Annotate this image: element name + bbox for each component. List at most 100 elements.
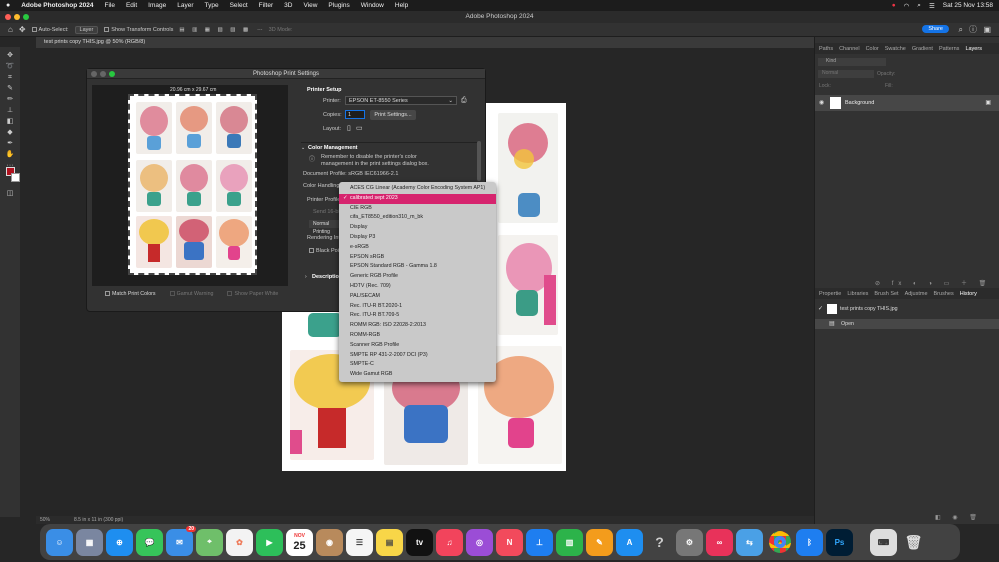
finder-icon[interactable]: ☺ [46,528,73,556]
control-center-icon[interactable]: ☰ [929,2,935,10]
layer-row-background[interactable]: ◉ Background ▣ [815,95,999,111]
photos-icon[interactable]: ✿ [226,528,253,556]
app-store-icon[interactable]: A [616,528,643,556]
profile-option[interactable]: e-sRGB [339,243,496,253]
launchpad-icon[interactable]: ▦ [76,528,103,556]
tab-swatches[interactable]: Swatche [885,46,906,52]
profile-option[interactable]: ✓ calibrated sept 2023 [339,193,496,204]
close-button[interactable] [5,14,11,20]
messages-icon[interactable]: 💬 [136,528,163,556]
document-tab[interactable]: test prints copy THIS.jpg @ 50% (RGB/8) [36,37,814,48]
help-icon[interactable]: ? [646,529,673,556]
expand-chevron-icon[interactable]: › [305,274,307,280]
dialog-zoom-button[interactable] [109,71,115,77]
profile-option[interactable]: Generic RGB Profile [339,272,496,282]
music-icon[interactable]: ♫ [436,528,463,556]
menu-type[interactable]: Type [205,2,219,9]
dialog-close-button[interactable] [91,71,97,77]
brush-tool-icon[interactable]: ✏ [3,95,17,104]
safari-icon[interactable]: ⊕ [106,528,133,556]
menu-3d[interactable]: 3D [284,2,292,9]
apple-tv-icon[interactable]: tv [406,528,433,556]
menu-view[interactable]: View [303,2,317,9]
layer-actions[interactable]: ⊘ fx ◐ ◑ ▭ ＋ 🗑 [875,278,991,287]
tab-layers[interactable]: Layers [965,46,982,52]
history-snapshot[interactable]: ✓ test prints copy THIS.jpg [815,303,999,315]
gamut-warning-checkbox[interactable]: Gamut Warning [169,291,213,297]
menu-window[interactable]: Window [361,2,384,9]
menu-image[interactable]: Image [148,2,166,9]
document-info[interactable]: 8.5 in x 11 in (300 ppi) [74,517,123,523]
copies-input[interactable]: 1 [345,110,365,119]
clock[interactable]: Sat 25 Nov 13:58 [943,2,993,9]
trash-icon[interactable]: 🗑 [900,529,927,556]
menu-filter[interactable]: Filter [259,2,273,9]
creative-cloud-icon[interactable]: ● [892,2,896,9]
history-state-open[interactable]: ▤ Open [815,319,999,329]
tab-channels[interactable]: Channel [839,46,860,52]
profile-option[interactable]: HDTV (Rec. 709) [339,282,496,292]
keynote-icon[interactable]: ⊥ [526,528,553,556]
menu-layer[interactable]: Layer [177,2,193,9]
auto-select-checkbox[interactable]: Auto-Select: [31,27,69,33]
zoom-button[interactable] [23,14,29,20]
maps-icon[interactable]: ⌖ [196,528,223,556]
profile-option[interactable]: ROMM RGB: ISO 22028-2:2013 [339,321,496,331]
profile-option[interactable]: CIE RGB [339,204,496,214]
menu-file[interactable]: File [104,2,114,9]
facetime-icon[interactable]: ▶ [256,528,283,556]
profile-option[interactable]: EPSON sRGB [339,253,496,263]
send16-label[interactable]: Send 16-bit [313,209,341,215]
profile-option[interactable]: SMPTE-C [339,360,496,370]
podcasts-icon[interactable]: ◎ [466,528,493,556]
tab-gradients[interactable]: Gradient [912,46,933,52]
profile-option[interactable]: SMPTE RP 431-2-2007 DCI (P3) [339,351,496,361]
home-icon[interactable]: ⌂ [8,25,13,34]
chrome-icon[interactable] [766,529,793,556]
profile-option[interactable]: Display P3 [339,233,496,243]
eyedropper-tool-icon[interactable]: ✎ [3,84,17,93]
landscape-layout-icon[interactable]: ▭ [356,124,363,132]
profile-option[interactable]: ROMM-RGB [339,331,496,341]
tab-brushes[interactable]: Brushes [934,291,954,297]
search-panel-icon[interactable]: ⌕ [959,25,963,35]
pages-icon[interactable]: ✎ [586,528,613,556]
profile-option[interactable]: Wide Gamut RGB [339,370,496,380]
crop-tool-icon[interactable]: ⌗ [3,73,17,82]
kind-filter[interactable]: Kind [818,58,886,66]
tab-properties[interactable]: Propertie [819,291,841,297]
tab-color[interactable]: Color [866,46,879,52]
visibility-eye-icon[interactable]: ◉ [819,99,824,106]
dialog-minimize-button[interactable] [100,71,106,77]
migration-icon[interactable]: ⇆ [736,528,763,556]
photoshop-icon[interactable]: Ps [826,528,853,556]
workspace-icon[interactable]: ▣ [983,25,991,34]
move-tool-icon[interactable]: ✥ [19,25,26,34]
wifi-icon[interactable]: ◠ [904,2,910,10]
blend-mode-select[interactable]: Normal [818,70,874,78]
contacts-icon[interactable]: ◉ [316,528,343,556]
printer-select[interactable]: EPSON ET-8550 Series ⌄ [345,96,457,105]
profile-option[interactable]: Display [339,223,496,233]
tab-adjustments[interactable]: Adjustme [905,291,928,297]
share-button[interactable]: Share [922,25,949,33]
zoom-level[interactable]: 50% [40,517,50,523]
mail-icon[interactable]: ✉ 20 [166,525,196,556]
profile-option[interactable]: EPSON Standard RGB - Gamma 1.8 [339,262,496,272]
lasso-tool-icon[interactable]: ➰ [3,62,17,71]
profile-option[interactable]: Scanner RGB Profile [339,341,496,351]
profile-option[interactable]: Rec. ITU-R BT.2020-1 [339,302,496,312]
apple-icon[interactable]: ● [6,2,10,9]
pen-tool-icon[interactable]: ✒ [3,139,17,148]
eraser-tool-icon[interactable]: ◧ [3,117,17,126]
keyboard-icon[interactable]: ⌨ [870,528,897,556]
bluetooth-icon[interactable]: ᛒ [796,528,823,556]
minimize-button[interactable] [14,14,20,20]
menu-help[interactable]: Help [395,2,408,9]
print-settings-button[interactable]: Print Settings... [370,110,416,120]
tab-patterns[interactable]: Patterns [939,46,959,52]
menu-select[interactable]: Select [230,2,248,9]
quick-mask-icon[interactable]: ◫ [3,189,17,198]
profile-option[interactable]: ACES CG Linear (Academy Color Encoding S… [339,184,496,194]
move-tool-icon[interactable]: ✥ [3,51,17,60]
